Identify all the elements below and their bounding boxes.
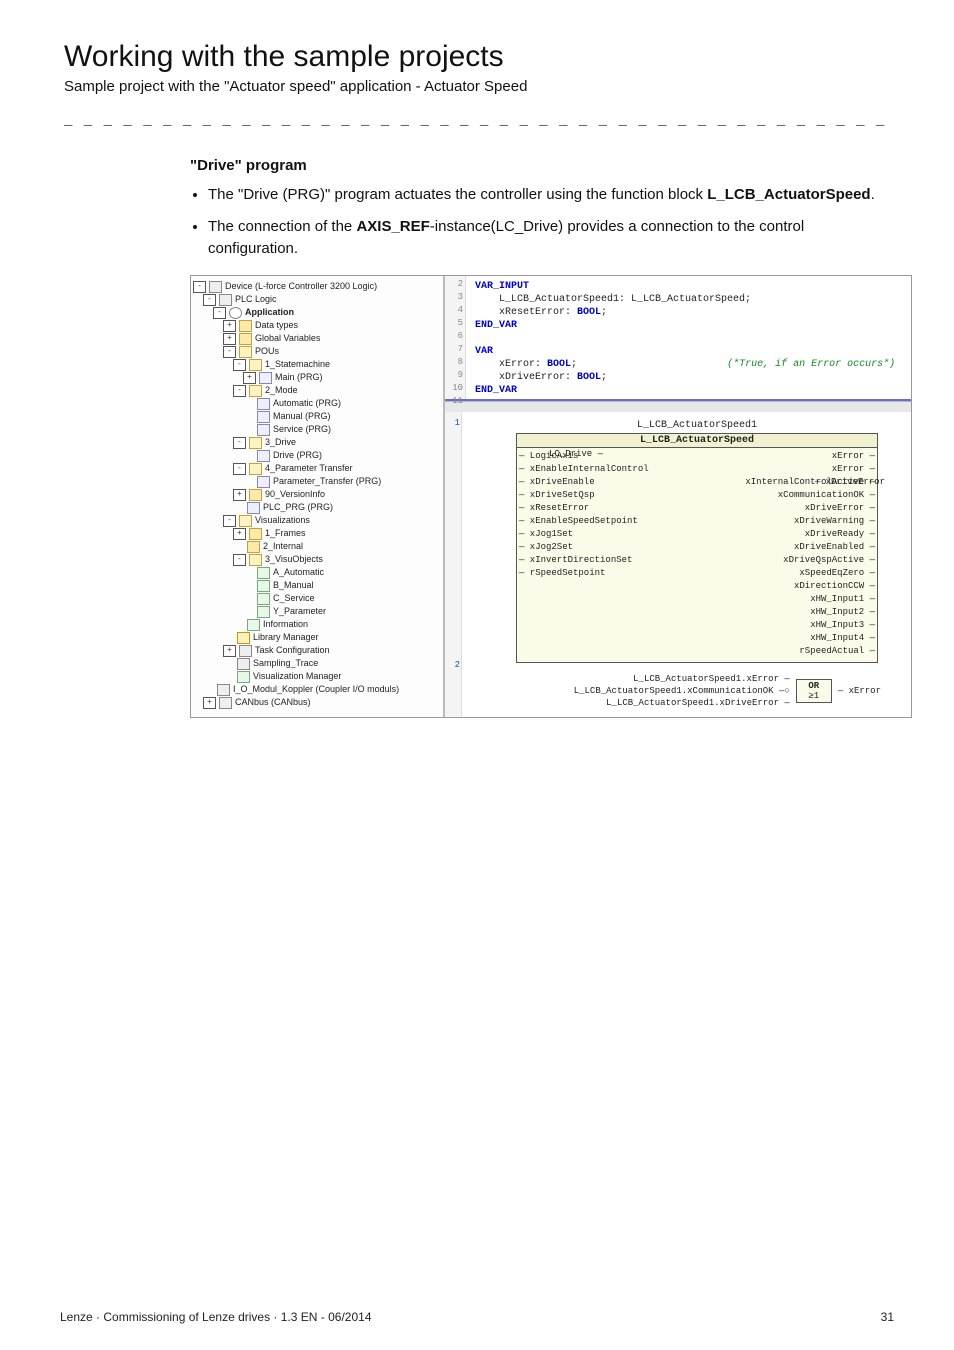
tree-item: -3_Drive [193, 436, 441, 449]
tree-item: Visualization Manager [193, 670, 441, 683]
bullet-list: The "Drive (PRG)" program actuates the c… [190, 184, 894, 259]
footer-pagenum: 31 [881, 1310, 894, 1324]
tree-item: Library Manager [193, 631, 441, 644]
function-block: L_LCB_ActuatorSpeed — LogicAxis— xEnable… [516, 433, 878, 663]
tree-item: +CANbus (CANbus) [193, 696, 441, 709]
tree-item: -3_VisuObjects [193, 553, 441, 566]
tree-item: -4_Parameter Transfer [193, 462, 441, 475]
fb-instance-name: L_LCB_ActuatorSpeed1 [493, 420, 901, 431]
tree-item: Drive (PRG) [193, 449, 441, 462]
tree-item: Automatic (PRG) [193, 397, 441, 410]
tree-item: -Device (L-force Controller 3200 Logic) [193, 280, 441, 293]
ide-screenshot: -Device (L-force Controller 3200 Logic)-… [190, 275, 912, 718]
tree-item: I_O_Modul_Koppler (Coupler I/O moduls) [193, 683, 441, 696]
or-box: OR ≥1 [796, 679, 832, 703]
tree-item: Information [193, 618, 441, 631]
splitter [445, 401, 911, 412]
tree-item: Sampling_Trace [193, 657, 441, 670]
tree-item: +Data types [193, 319, 441, 332]
tree-item: -Visualizations [193, 514, 441, 527]
page-subtitle: Sample project with the "Actuator speed"… [64, 78, 894, 95]
page-footer: Lenze · Commissioning of Lenze drives · … [60, 1310, 894, 1324]
divider: _ _ _ _ _ _ _ _ _ _ _ _ _ _ _ _ _ _ _ _ … [64, 113, 894, 129]
tree-item: PLC_PRG (PRG) [193, 501, 441, 514]
fb-ext-left: LC_Drive — [549, 448, 603, 461]
tree-item: 2_Internal [193, 540, 441, 553]
tree-item: B_Manual [193, 579, 441, 592]
tree-item: Manual (PRG) [193, 410, 441, 423]
declaration-pane: 2 3 4 5 6 7 8 9 10 11 VAR_INPUT L_LCB_Ac… [445, 276, 911, 401]
tree-item: -2_Mode [193, 384, 441, 397]
project-tree: -Device (L-force Controller 3200 Logic)-… [191, 276, 445, 717]
tree-item: +90_VersionInfo [193, 488, 441, 501]
section-heading: "Drive" program [190, 157, 894, 174]
tree-item: -Application [193, 306, 441, 319]
or-network: L_LCB_ActuatorSpeed1.xError — L_LCB_Actu… [503, 673, 881, 709]
tree-item: Service (PRG) [193, 423, 441, 436]
tree-item: +Task Configuration [193, 644, 441, 657]
declaration-code: VAR_INPUT L_LCB_ActuatorSpeed1: L_LCB_Ac… [475, 280, 905, 397]
tree-item: +1_Frames [193, 527, 441, 540]
tree-item: -PLC Logic [193, 293, 441, 306]
tree-item: A_Automatic [193, 566, 441, 579]
page-title: Working with the sample projects [64, 40, 894, 74]
fb-type: L_LCB_ActuatorSpeed [517, 434, 877, 448]
tree-item: +Global Variables [193, 332, 441, 345]
tree-item: -POUs [193, 345, 441, 358]
footer-left: Lenze · Commissioning of Lenze drives · … [60, 1310, 372, 1324]
bullet-2: The connection of the AXIS_REF-instance(… [208, 216, 894, 260]
tree-item: C_Service [193, 592, 441, 605]
bullet-1: The "Drive (PRG)" program actuates the c… [208, 184, 894, 206]
fb-ext-right: — xDriveError [815, 476, 885, 489]
tree-item: Parameter_Transfer (PRG) [193, 475, 441, 488]
tree-item: +Main (PRG) [193, 371, 441, 384]
tree-item: -1_Statemachine [193, 358, 441, 371]
tree-item: Y_Parameter [193, 605, 441, 618]
fb-inputs: — LogicAxis— xEnableInternalControl— xDr… [519, 450, 649, 658]
fbd-pane: 1 2 LC_Drive — — xDriveError L_LCB_Actua… [445, 412, 911, 717]
